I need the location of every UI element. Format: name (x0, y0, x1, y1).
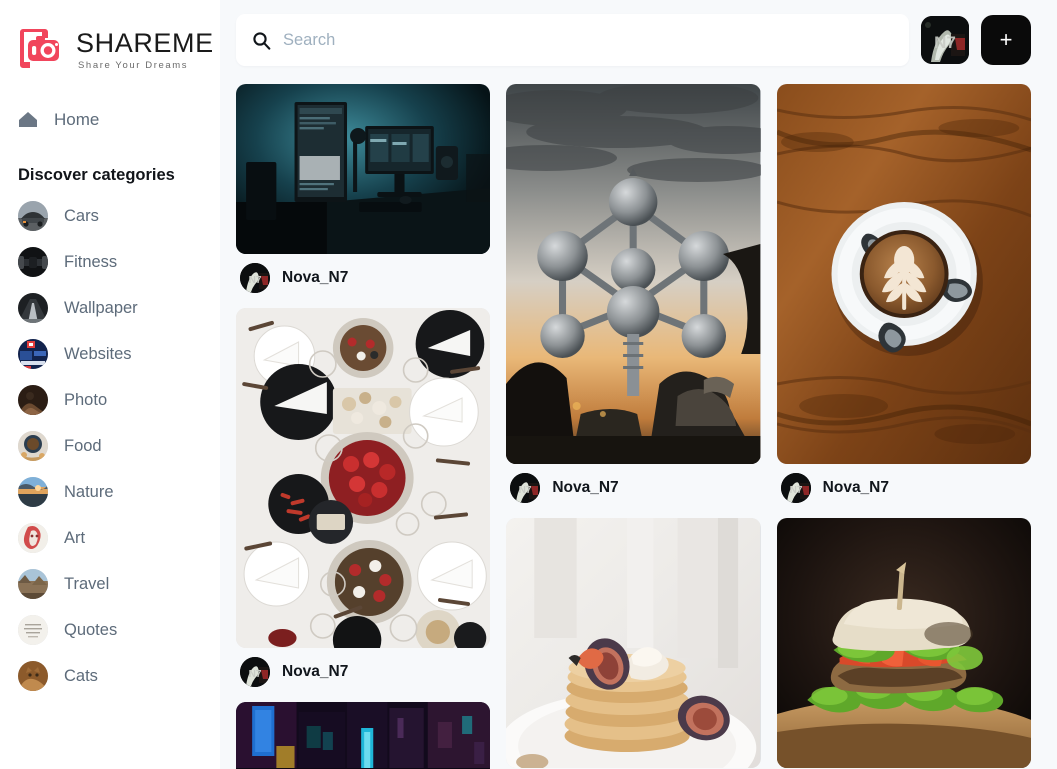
avatar: N7 (240, 657, 270, 687)
quotes-thumb-icon (18, 615, 48, 645)
sidebar-item-fitness[interactable]: Fitness (0, 239, 220, 285)
sidebar-home-label: Home (54, 110, 100, 129)
sidebar-item-photo[interactable]: Photo (0, 377, 220, 423)
category-list: Cars Fitness Wallpaper Websites Photo Fo… (0, 193, 220, 699)
sidebar-item-art[interactable]: Art (0, 515, 220, 561)
pin-image-pancakes[interactable] (506, 518, 761, 768)
camera-icon (14, 22, 68, 76)
pin-image-latte-art[interactable] (776, 84, 1031, 464)
sidebar-item-home[interactable]: Home (0, 100, 220, 140)
svg-text:N7: N7 (789, 485, 802, 496)
fitness-thumb-icon (18, 247, 48, 277)
pin-image-atomium[interactable] (506, 84, 761, 464)
add-pin-button[interactable]: + (981, 15, 1031, 65)
sidebar-item-food[interactable]: Food (0, 423, 220, 469)
search-icon (252, 31, 271, 50)
avatar: N7 (780, 473, 811, 503)
pin-feed: N7 Nova_N7 N7 Nova_N7 N7 Nova_N7 N7 Nova… (220, 78, 1057, 769)
brand-tagline: Share Your Dreams (78, 60, 189, 72)
search-input[interactable] (283, 14, 893, 66)
topbar: N7 + (220, 0, 1057, 78)
art-thumb-icon (18, 523, 48, 553)
plus-icon: + (999, 27, 1013, 52)
svg-text:N7: N7 (934, 33, 956, 52)
pin-image-food-flatlay[interactable] (236, 308, 491, 648)
pin-card[interactable] (506, 518, 761, 768)
pin-card[interactable]: N7 Nova_N7 (236, 84, 491, 304)
cars-thumb-icon (18, 201, 48, 231)
sidebar-item-label: Cats (64, 666, 98, 685)
pin-card[interactable]: N7 Nova_N7 (776, 84, 1031, 514)
pin-image-cyberpunk-street[interactable] (236, 702, 491, 769)
avatar: N7 (510, 473, 541, 503)
user-avatar[interactable]: N7 (921, 16, 969, 64)
feed-column: N7 Nova_N7 (776, 84, 1031, 769)
photo-thumb-icon (18, 385, 48, 415)
main-content: N7 + (220, 0, 1057, 769)
svg-text:N7: N7 (249, 669, 262, 680)
feed-column: N7 Nova_N7 (506, 84, 761, 769)
home-icon (18, 110, 38, 130)
pin-card[interactable] (236, 702, 491, 769)
pin-image-burger[interactable] (776, 518, 1031, 768)
sidebar-item-label: Photo (64, 390, 108, 409)
pin-author[interactable]: N7 Nova_N7 (777, 464, 1031, 514)
discover-categories-title: Discover categories (18, 166, 175, 184)
food-thumb-icon (18, 431, 48, 461)
sidebar-item-label: Nature (64, 482, 114, 501)
pin-author-name: Nova_N7 (282, 663, 349, 680)
search-bar[interactable] (236, 14, 909, 66)
sidebar-item-label: Cars (64, 206, 99, 225)
sidebar-item-label: Quotes (64, 620, 118, 639)
svg-text:N7: N7 (249, 275, 262, 286)
pin-author[interactable]: N7 Nova_N7 (506, 464, 760, 514)
websites-thumb-icon (18, 339, 48, 369)
sidebar-item-nature[interactable]: Nature (0, 469, 220, 515)
pin-author-name: Nova_N7 (822, 479, 889, 496)
sidebar-item-label: Food (64, 436, 102, 455)
pin-author-name: Nova_N7 (552, 479, 619, 496)
sidebar-item-quotes[interactable]: Quotes (0, 607, 220, 653)
nature-thumb-icon (18, 477, 48, 507)
sidebar-item-cars[interactable]: Cars (0, 193, 220, 239)
avatar: N7 (240, 263, 270, 293)
pin-card[interactable] (776, 518, 1031, 768)
sidebar: SHAREME Share Your Dreams Home Discover … (0, 0, 220, 769)
sidebar-item-wallpaper[interactable]: Wallpaper (0, 285, 220, 331)
brand-name: SHAREME (76, 27, 214, 58)
sidebar-item-travel[interactable]: Travel (0, 561, 220, 607)
pin-author[interactable]: N7 Nova_N7 (236, 254, 490, 304)
cats-thumb-icon (18, 661, 48, 691)
sidebar-item-label: Travel (64, 574, 110, 593)
sidebar-item-label: Wallpaper (64, 298, 138, 317)
app-root: SHAREME Share Your Dreams Home Discover … (0, 0, 1057, 769)
travel-thumb-icon (18, 569, 48, 599)
sidebar-item-websites[interactable]: Websites (0, 331, 220, 377)
brand-logo-block[interactable]: SHAREME Share Your Dreams (0, 0, 220, 76)
wallpaper-thumb-icon (18, 293, 48, 323)
sidebar-item-cats[interactable]: Cats (0, 653, 220, 699)
pin-card[interactable]: N7 Nova_N7 (506, 84, 761, 514)
feed-column: N7 Nova_N7 (236, 84, 491, 769)
sidebar-item-label: Art (64, 528, 86, 547)
pin-author-name: Nova_N7 (282, 269, 349, 286)
svg-text:N7: N7 (519, 485, 532, 496)
pin-image-desk-setup[interactable] (236, 84, 491, 254)
pin-author[interactable]: N7 Nova_N7 (236, 648, 490, 698)
sidebar-item-label: Websites (64, 344, 132, 363)
pin-card[interactable]: N7 Nova_N7 (236, 308, 491, 698)
sidebar-item-label: Fitness (64, 252, 118, 271)
